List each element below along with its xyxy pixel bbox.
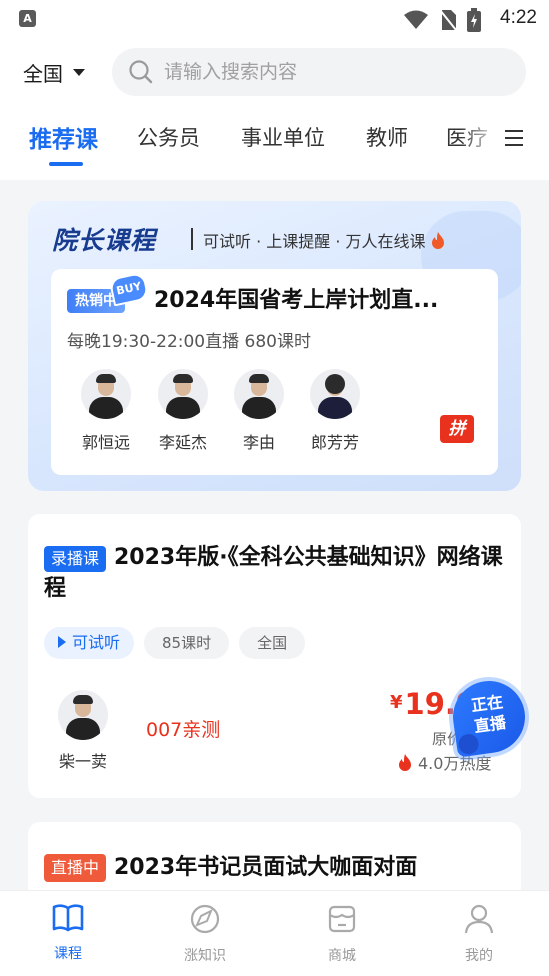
hot-sale-badge: 热销中 BUY bbox=[67, 271, 150, 315]
banner-subtitle: 可试听 · 上课提醒 · 万人在线课 bbox=[203, 228, 445, 252]
nav-courses[interactable]: 课程 bbox=[28, 903, 108, 963]
currency-symbol: ¥ bbox=[390, 692, 403, 713]
live-tag: 直播中 bbox=[44, 854, 106, 882]
lesson-count-tag: 85课时 bbox=[144, 627, 230, 659]
menu-icon[interactable] bbox=[500, 124, 530, 154]
app-notification-icon: A bbox=[19, 10, 36, 27]
status-bar: A 4:22 bbox=[0, 0, 549, 38]
nav-label: 课程 bbox=[54, 946, 82, 962]
avatar bbox=[58, 690, 108, 740]
fire-icon bbox=[431, 232, 444, 249]
avatar bbox=[158, 369, 208, 419]
teacher-name: 郎芳芳 bbox=[310, 433, 359, 452]
nav-label: 商城 bbox=[328, 948, 356, 964]
battery-icon bbox=[467, 8, 481, 32]
no-sim-icon bbox=[439, 9, 457, 31]
fire-icon bbox=[399, 753, 411, 771]
director-course-banner[interactable]: 院长课程 可试听 · 上课提醒 · 万人在线课 热销中 BUY 2024年国省考… bbox=[28, 201, 521, 491]
book-icon bbox=[52, 904, 84, 932]
search-input[interactable] bbox=[164, 61, 494, 83]
region-tag: 全国 bbox=[239, 627, 306, 659]
wifi-icon bbox=[404, 10, 428, 29]
teacher-item[interactable]: 郭恒远 bbox=[71, 369, 141, 453]
tab-recommended[interactable]: 推荐课 bbox=[29, 120, 98, 154]
tab-public-institution[interactable]: 事业单位 bbox=[241, 122, 325, 152]
status-time: 4:22 bbox=[500, 7, 537, 28]
teacher-name: 柴一荬 bbox=[58, 752, 107, 771]
category-tabs: 推荐课 公务员 事业单位 教师 医疗 bbox=[0, 118, 549, 168]
nav-label: 涨知识 bbox=[184, 948, 226, 964]
teacher-item[interactable]: 李延杰 bbox=[148, 369, 218, 453]
trial-listen-tag[interactable]: 可试听 bbox=[44, 627, 135, 659]
bottom-navigation: 课程 涨知识 商城 我的 bbox=[0, 890, 549, 976]
nav-label: 我的 bbox=[465, 948, 493, 964]
tab-teacher[interactable]: 教师 bbox=[366, 122, 408, 152]
featured-course-schedule: 每晚19:30-22:00直播 680课时 bbox=[67, 332, 311, 352]
teacher-item[interactable]: 李由 bbox=[224, 369, 294, 453]
recorded-tag: 录播课 bbox=[44, 546, 106, 572]
course-tags: 可试听 85课时 全国 bbox=[44, 627, 306, 659]
promo-note: 007亲测 bbox=[146, 719, 221, 741]
caret-down-icon bbox=[73, 69, 85, 76]
teacher-name: 李延杰 bbox=[158, 433, 207, 452]
teacher-item[interactable]: 郎芳芳 bbox=[300, 369, 370, 453]
course-card[interactable]: 2023年版·《全科公共基础知识》网络课程 录播课 可试听 85课时 全国 柴一… bbox=[28, 514, 521, 798]
nav-profile[interactable]: 我的 bbox=[439, 903, 519, 965]
tab-civil-servant[interactable]: 公务员 bbox=[137, 122, 200, 152]
user-icon bbox=[464, 904, 494, 934]
region-selector[interactable]: 全国 bbox=[23, 58, 85, 87]
teacher-name: 郭恒远 bbox=[81, 433, 130, 452]
active-tab-indicator bbox=[49, 162, 83, 166]
avatar bbox=[234, 369, 284, 419]
featured-course-card[interactable]: 热销中 BUY 2024年国省考上岸计划直... 每晚19:30-22:00直播… bbox=[51, 269, 498, 475]
status-icons bbox=[403, 8, 481, 32]
banner-title: 院长课程 bbox=[52, 226, 157, 255]
avatar bbox=[310, 369, 360, 419]
search-bar[interactable] bbox=[112, 48, 526, 96]
compass-icon bbox=[190, 904, 220, 934]
tab-fade bbox=[460, 118, 500, 162]
region-label: 全国 bbox=[23, 62, 63, 86]
store-icon bbox=[328, 905, 356, 933]
buy-label: BUY bbox=[108, 271, 150, 307]
teacher-name: 李由 bbox=[242, 433, 275, 452]
nav-knowledge[interactable]: 涨知识 bbox=[165, 903, 245, 965]
featured-course-title: 2024年国省考上岸计划直... bbox=[154, 288, 439, 313]
nav-store[interactable]: 商城 bbox=[302, 903, 382, 965]
group-buy-badge: 拼 bbox=[440, 415, 474, 443]
course-title: 2023年书记员面试大咖面对面 bbox=[114, 855, 418, 880]
banner-subtitle-text: 可试听 · 上课提醒 · 万人在线课 bbox=[203, 232, 426, 251]
course-title: 2023年版·《全科公共基础知识》网络课程 bbox=[44, 545, 503, 601]
header: 全国 推荐课 公务员 事业单位 教师 医疗 bbox=[0, 38, 549, 180]
divider bbox=[191, 228, 193, 250]
avatar bbox=[81, 369, 131, 419]
search-icon bbox=[129, 60, 153, 84]
teacher-item[interactable]: 柴一荬 bbox=[48, 690, 118, 772]
